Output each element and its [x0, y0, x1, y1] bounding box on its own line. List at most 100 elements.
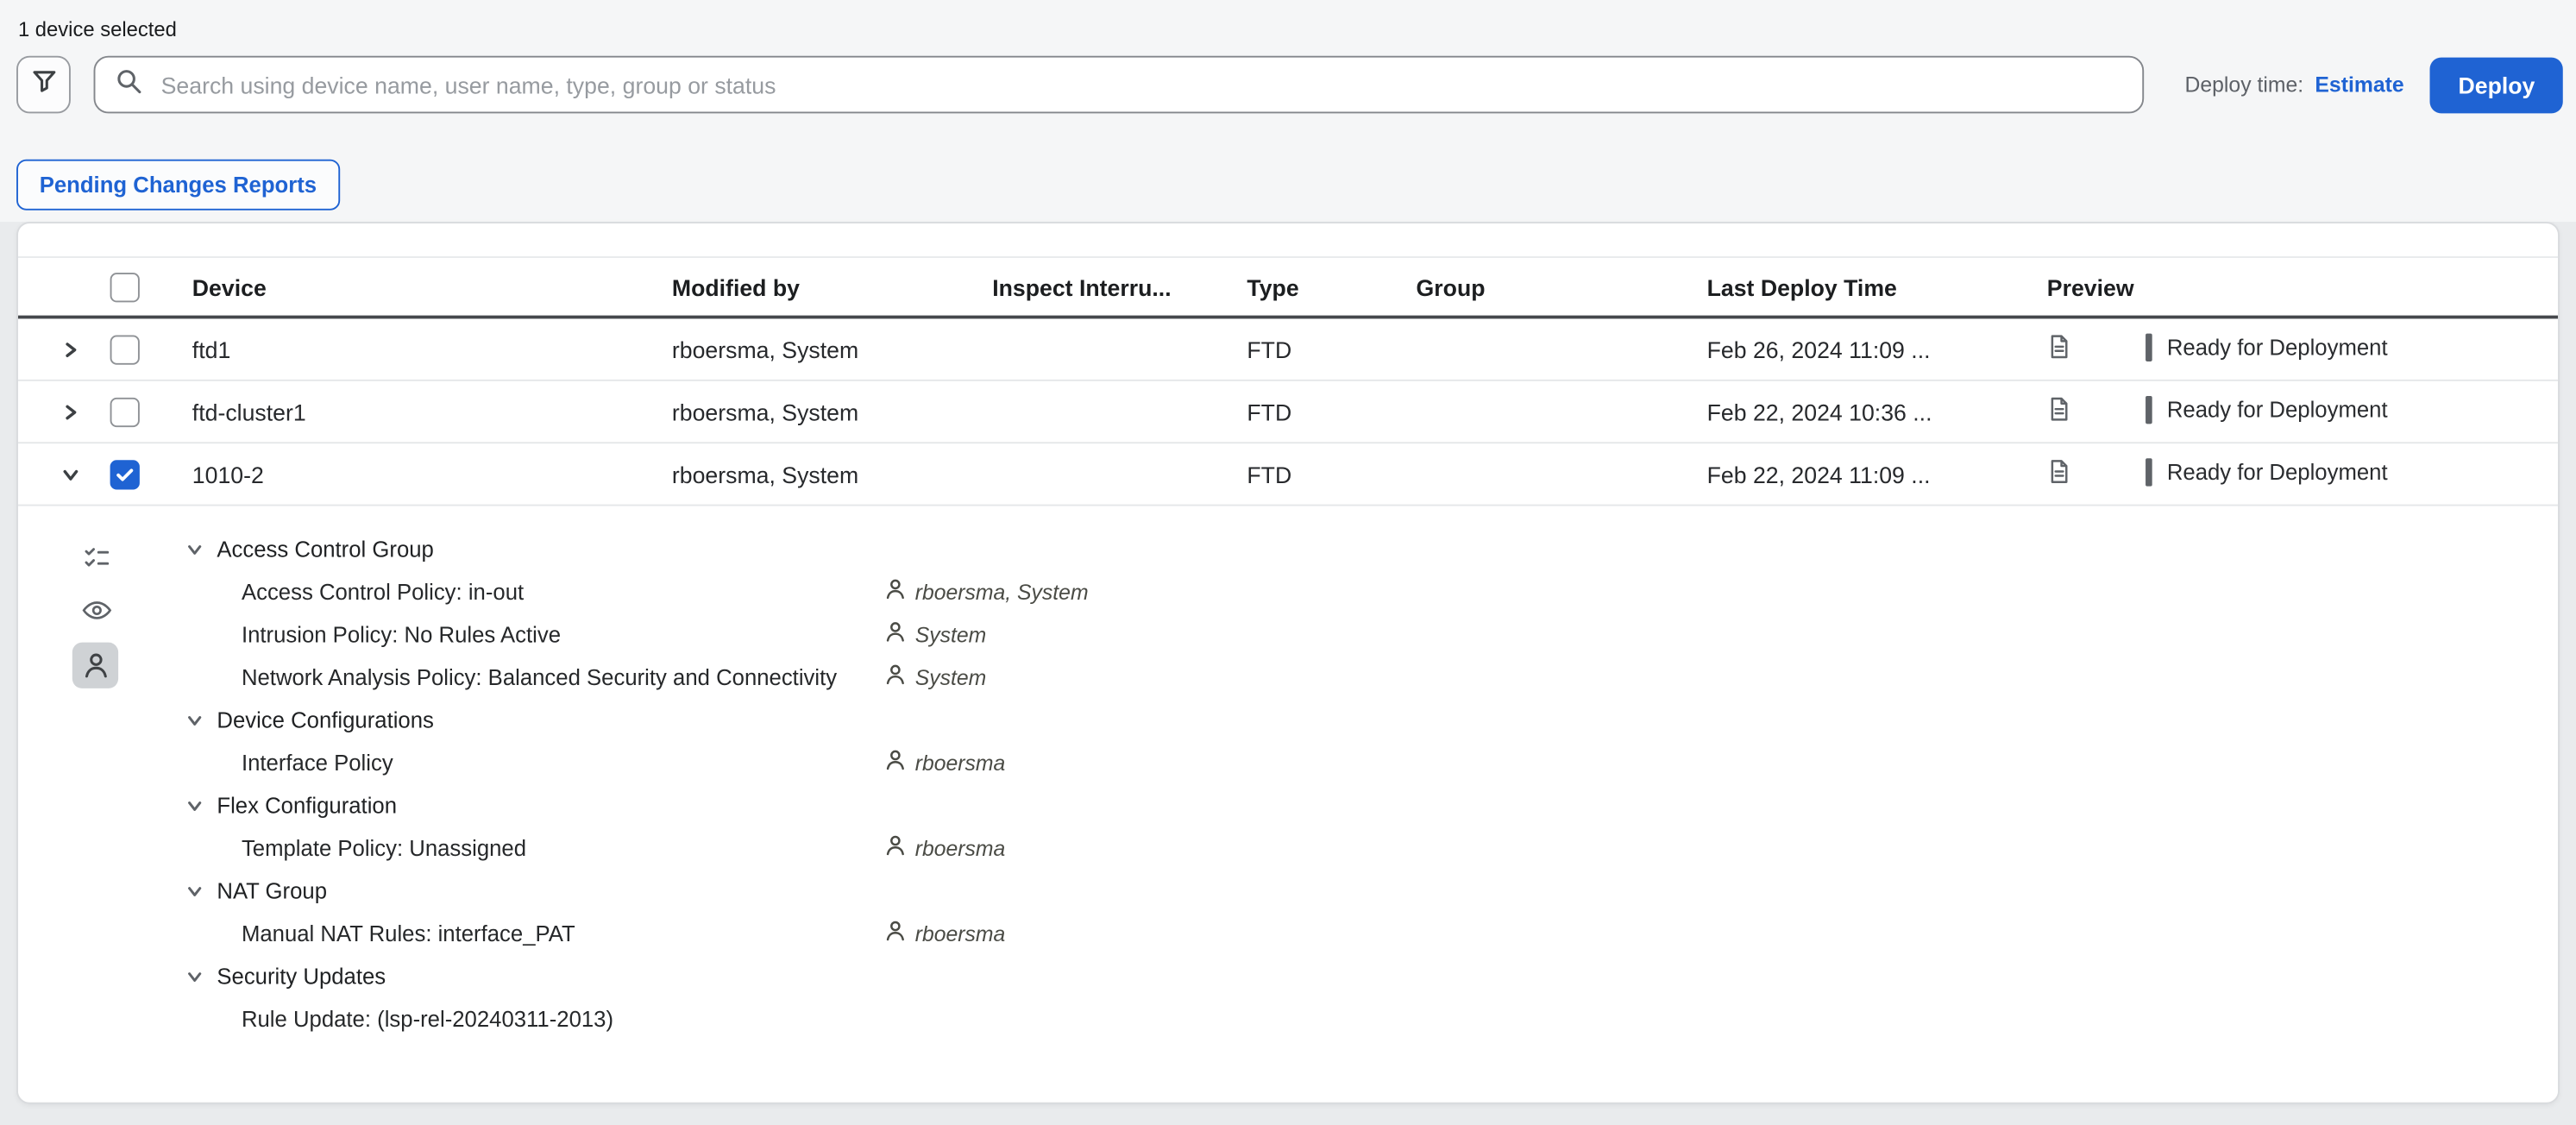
status-bar	[2146, 457, 2152, 486]
type-value: FTD	[1247, 461, 1292, 487]
selected-count-label: 1 device selected	[17, 17, 177, 41]
estimate-link[interactable]: Estimate	[2315, 72, 2403, 97]
preview-document-icon[interactable]	[2047, 458, 2072, 489]
devices-table-panel: Device Modified by Inspect Interru... Ty…	[16, 222, 2560, 1104]
device-name: ftd1	[192, 336, 231, 362]
tree-item-label: Intrusion Policy: No Rules Active	[241, 621, 562, 647]
chevron-down-icon[interactable]	[60, 464, 80, 484]
item-author: rboersma	[885, 834, 1005, 860]
pending-changes-reports-button[interactable]: Pending Changes Reports	[16, 159, 340, 211]
chevron-right-icon[interactable]	[60, 402, 80, 422]
item-author: rboersma	[885, 920, 1005, 946]
row-checkbox[interactable]	[110, 396, 140, 427]
tree-item-label: Rule Update: (lsp-rel-20240311-2013)	[241, 1006, 614, 1031]
item-author: System	[885, 621, 986, 647]
table-row: ftd-cluster1 rboersma, System FTD Feb 22…	[17, 381, 2559, 444]
item-author: rboersma	[885, 749, 1005, 775]
modified-by-value: rboersma, System	[671, 461, 859, 487]
preview-document-icon[interactable]	[2047, 334, 2072, 365]
deploy-time-label: Deploy time:	[2184, 72, 2304, 97]
chevron-down-icon[interactable]	[185, 540, 204, 558]
item-author-text: System	[914, 664, 987, 689]
tree-item: Template Policy: Unassigned rboersma	[185, 826, 2558, 870]
modified-by-value: rboersma, System	[671, 398, 859, 425]
modified-by-value: rboersma, System	[671, 336, 859, 362]
tree-item: Interface Policy rboersma	[185, 741, 2558, 784]
tree-item: Manual NAT Rules: interface_PAT rboersma	[185, 912, 2558, 955]
item-author-text: System	[914, 621, 987, 647]
type-value: FTD	[1247, 336, 1292, 362]
person-icon	[885, 920, 905, 946]
person-icon	[885, 621, 905, 647]
funnel-icon	[30, 67, 56, 102]
col-header-last-deploy: Last Deploy Time	[1706, 273, 1897, 300]
search-icon	[115, 66, 142, 103]
col-header-inspect: Inspect Interru...	[992, 273, 1172, 300]
tree-item-label: Manual NAT Rules: interface_PAT	[241, 921, 575, 946]
status-badge: Ready for Deployment	[2146, 332, 2388, 361]
device-name: 1010-2	[192, 461, 264, 487]
status-text: Ready for Deployment	[2166, 334, 2388, 360]
chevron-right-icon[interactable]	[60, 339, 80, 359]
status-bar	[2146, 332, 2152, 361]
person-icon	[885, 749, 905, 775]
item-author-text: rboersma	[914, 750, 1006, 775]
tree-group: Device Configurations	[185, 698, 2558, 741]
tree-group: Security Updates	[185, 954, 2558, 997]
item-author-text: rboersma	[914, 921, 1006, 946]
last-deploy-value: Feb 26, 2024 11:09 ...	[1706, 336, 1931, 362]
item-author-text: rboersma, System	[914, 579, 1089, 604]
select-all-checkbox[interactable]	[110, 272, 140, 302]
person-icon	[885, 578, 905, 604]
tree-item-label: Network Analysis Policy: Balanced Securi…	[241, 664, 838, 689]
table-row: 1010-2 rboersma, System FTD Feb 22, 2024…	[17, 443, 2559, 506]
deploy-controls: Deploy time: Estimate Deploy	[2185, 56, 2563, 114]
tree-group-label: Device Configurations	[217, 707, 434, 732]
search-input[interactable]	[157, 69, 2123, 100]
tree-item: Access Control Policy: in-out rboersma, …	[185, 570, 2558, 613]
tree-item-label: Template Policy: Unassigned	[241, 835, 527, 860]
deploy-button[interactable]: Deploy	[2430, 56, 2563, 113]
eye-icon[interactable]	[82, 600, 112, 621]
tree-item-label: Access Control Policy: in-out	[241, 579, 525, 604]
item-author-text: rboersma	[914, 835, 1006, 860]
search-bar	[93, 55, 2145, 114]
chevron-down-icon[interactable]	[185, 711, 204, 729]
chevron-down-icon[interactable]	[185, 882, 204, 900]
col-header-modified-by: Modified by	[671, 273, 800, 300]
tree-group-label: Flex Configuration	[217, 792, 398, 818]
table-header: Device Modified by Inspect Interru... Ty…	[17, 256, 2559, 319]
expanded-device-detail: Access Control Group Access Control Poli…	[18, 506, 2558, 1103]
deployment-dialog: 1 device selected Deploy time: Estimate …	[0, 0, 2576, 1125]
status-badge: Ready for Deployment	[2146, 457, 2388, 486]
item-author: rboersma, System	[885, 578, 1089, 604]
status-bar	[2146, 394, 2152, 424]
preview-document-icon[interactable]	[2047, 396, 2072, 427]
col-header-group: Group	[1416, 273, 1486, 300]
person-view-button[interactable]	[72, 642, 119, 688]
tree-group: Flex Configuration	[185, 783, 2558, 826]
status-text: Ready for Deployment	[2166, 396, 2388, 422]
filter-button[interactable]	[16, 55, 71, 114]
tree-item-label: Interface Policy	[241, 750, 393, 775]
status-badge: Ready for Deployment	[2146, 394, 2388, 424]
chevron-down-icon[interactable]	[185, 967, 204, 985]
col-header-type: Type	[1247, 273, 1299, 300]
status-text: Ready for Deployment	[2166, 459, 2388, 484]
tree-group-label: Access Control Group	[217, 536, 434, 562]
last-deploy-value: Feb 22, 2024 10:36 ...	[1706, 398, 1932, 425]
device-name: ftd-cluster1	[192, 398, 306, 425]
chevron-down-icon[interactable]	[185, 796, 204, 814]
person-icon	[885, 834, 905, 860]
tree-group-label: Security Updates	[217, 963, 386, 989]
tree-item: Intrusion Policy: No Rules Active System	[185, 613, 2558, 656]
tree-item: Rule Update: (lsp-rel-20240311-2013)	[185, 997, 2558, 1040]
row-checkbox[interactable]	[110, 334, 140, 364]
table-row: ftd1 rboersma, System FTD Feb 26, 2024 1…	[17, 318, 2559, 381]
type-value: FTD	[1247, 398, 1292, 425]
col-header-preview: Preview	[2046, 273, 2134, 300]
col-header-device: Device	[192, 273, 267, 300]
checklist-icon[interactable]	[84, 545, 110, 570]
row-checkbox[interactable]	[110, 459, 140, 489]
tree-group: NAT Group	[185, 869, 2558, 912]
